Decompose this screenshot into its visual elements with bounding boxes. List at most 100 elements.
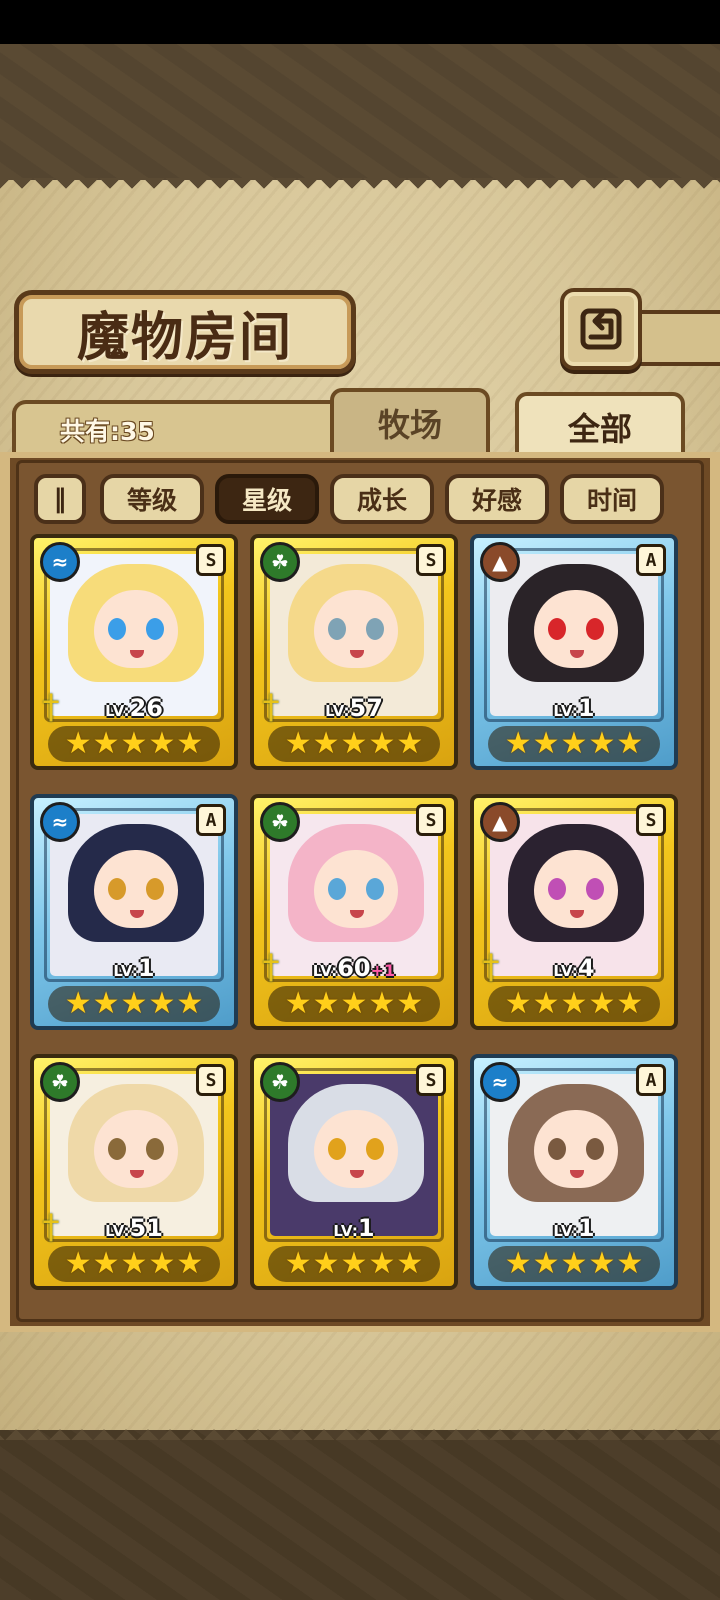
star-icon: ★ xyxy=(284,726,312,761)
level-label: LV:26 xyxy=(34,694,234,722)
tab-pasture[interactable]: 牧场 xyxy=(330,388,490,454)
title-plate: 魔物房间 xyxy=(14,290,356,374)
monster-card[interactable]: ☘ S † LV:60+1 ★ ★ ★ ★ ★ xyxy=(250,794,458,1030)
star-icon: ★ xyxy=(532,1246,560,1281)
torn-edge-bottom xyxy=(0,1418,720,1440)
star-icon: ★ xyxy=(368,726,396,761)
level-label: LV:1 xyxy=(474,1214,674,1242)
star-rating: ★ ★ ★ ★ ★ xyxy=(488,726,660,762)
star-icon: ★ xyxy=(64,986,92,1021)
rank-badge: S xyxy=(416,804,446,836)
star-icon: ★ xyxy=(560,726,588,761)
rank-badge: S xyxy=(416,544,446,576)
star-icon: ★ xyxy=(616,986,644,1021)
level-prefix: LV: xyxy=(553,962,578,980)
monster-card[interactable]: ▲ S † LV:4 ★ ★ ★ ★ ★ xyxy=(470,794,678,1030)
star-icon: ★ xyxy=(340,1246,368,1281)
star-icon: ★ xyxy=(396,986,424,1021)
monster-card[interactable]: ☘ S LV:1 ★ ★ ★ ★ ★ xyxy=(250,1054,458,1290)
portrait-eye-right xyxy=(366,1138,384,1160)
level-prefix: LV: xyxy=(553,1222,578,1240)
portrait-eye-left xyxy=(548,1138,566,1160)
monster-card[interactable]: ≈ S † LV:26 ★ ★ ★ ★ ★ xyxy=(30,534,238,770)
portrait-eye-right xyxy=(586,1138,604,1160)
torn-edge-top xyxy=(0,178,720,200)
level-label: LV:1 xyxy=(474,694,674,722)
monster-portrait xyxy=(270,814,438,976)
level-label: LV:1 xyxy=(254,1214,454,1242)
portrait-eye-left xyxy=(548,618,566,640)
portrait-eye-left xyxy=(548,878,566,900)
star-icon: ★ xyxy=(312,726,340,761)
star-icon: ★ xyxy=(368,1246,396,1281)
star-rating: ★ ★ ★ ★ ★ xyxy=(48,986,220,1022)
filter-growth-button[interactable]: 成长 xyxy=(330,474,434,524)
back-strip xyxy=(640,310,720,366)
filter-affection-button[interactable]: 好感 xyxy=(445,474,549,524)
return-arrow-icon xyxy=(580,308,622,350)
filter-star-button[interactable]: 星级 xyxy=(215,474,319,524)
star-icon: ★ xyxy=(64,1246,92,1281)
star-icon: ★ xyxy=(312,1246,340,1281)
filter-time-button[interactable]: 时间 xyxy=(560,474,664,524)
wood-element-icon: ☘ xyxy=(260,542,300,582)
monster-portrait xyxy=(50,1074,218,1236)
monster-card[interactable]: ☘ S † LV:51 ★ ★ ★ ★ ★ xyxy=(30,1054,238,1290)
level-prefix: LV: xyxy=(105,1222,130,1240)
monster-card[interactable]: ☘ S † LV:57 ★ ★ ★ ★ ★ xyxy=(250,534,458,770)
level-value: 1 xyxy=(577,694,595,722)
monster-card[interactable]: ▲ A LV:1 ★ ★ ★ ★ ★ xyxy=(470,534,678,770)
monster-card[interactable]: ≈ A LV:1 ★ ★ ★ ★ ★ xyxy=(470,1054,678,1290)
wood-element-icon: ☘ xyxy=(260,802,300,842)
star-icon: ★ xyxy=(92,986,120,1021)
star-icon: ★ xyxy=(120,726,148,761)
level-label: LV:51 xyxy=(34,1214,234,1242)
star-icon: ★ xyxy=(616,726,644,761)
star-rating: ★ ★ ★ ★ ★ xyxy=(268,986,440,1022)
panel-rail-left xyxy=(0,452,10,1332)
star-icon: ★ xyxy=(120,986,148,1021)
star-icon: ★ xyxy=(148,726,176,761)
star-icon: ★ xyxy=(92,726,120,761)
star-icon: ★ xyxy=(532,986,560,1021)
portrait-eye-right xyxy=(146,618,164,640)
star-rating: ★ ★ ★ ★ ★ xyxy=(488,986,660,1022)
water-element-icon: ≈ xyxy=(40,542,80,582)
star-icon: ★ xyxy=(148,1246,176,1281)
level-value: 1 xyxy=(137,954,155,982)
star-icon: ★ xyxy=(64,726,92,761)
star-rating: ★ ★ ★ ★ ★ xyxy=(268,1246,440,1282)
level-prefix: LV: xyxy=(333,1222,358,1240)
portrait-eye-right xyxy=(586,878,604,900)
rank-badge: A xyxy=(196,804,226,836)
portrait-eye-right xyxy=(146,878,164,900)
monster-count: 共有:35 xyxy=(60,417,155,446)
star-icon: ★ xyxy=(560,986,588,1021)
star-icon: ★ xyxy=(396,726,424,761)
star-icon: ★ xyxy=(588,726,616,761)
wood-element-icon: ☘ xyxy=(40,1062,80,1102)
tab-all[interactable]: 全部 xyxy=(515,392,685,458)
star-icon: ★ xyxy=(340,986,368,1021)
status-bar xyxy=(0,0,720,44)
monster-portrait xyxy=(270,1074,438,1236)
portrait-eye-left xyxy=(108,878,126,900)
star-icon: ★ xyxy=(284,986,312,1021)
filter-level-button[interactable]: 等级 xyxy=(100,474,204,524)
level-prefix: LV: xyxy=(325,702,350,720)
earth-element-icon: ▲ xyxy=(480,802,520,842)
star-icon: ★ xyxy=(176,1246,204,1281)
rank-badge: S xyxy=(416,1064,446,1096)
star-icon: ★ xyxy=(532,726,560,761)
level-value: 26 xyxy=(129,694,163,722)
portrait-eye-left xyxy=(108,1138,126,1160)
back-button[interactable] xyxy=(560,288,642,370)
rank-badge: S xyxy=(636,804,666,836)
star-icon: ★ xyxy=(504,1246,532,1281)
monster-card[interactable]: ≈ A LV:1 ★ ★ ★ ★ ★ xyxy=(30,794,238,1030)
sort-order-toggle[interactable]: ‖ xyxy=(34,474,86,524)
map-background-bottom xyxy=(0,1430,720,1600)
level-label: LV:60+1 xyxy=(254,954,454,982)
portrait-eye-right xyxy=(366,618,384,640)
portrait-eye-left xyxy=(328,1138,346,1160)
